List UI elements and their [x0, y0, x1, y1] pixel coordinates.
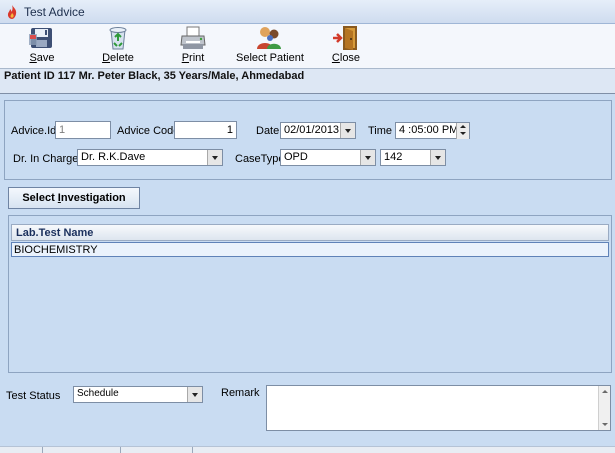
chevron-down-icon[interactable]: [187, 387, 202, 402]
window-title: Test Advice: [24, 5, 85, 19]
select-patient-label: Select Patient: [236, 52, 304, 64]
lab-test-name-header: Lab.Test Name: [16, 227, 94, 239]
date-label: Date: [256, 125, 280, 137]
chevron-down-icon[interactable]: [360, 150, 375, 165]
lab-test-grid: Lab.Test Name BIOCHEMISTRY: [8, 215, 612, 373]
exit-door-icon: [333, 26, 357, 50]
time-value: 4 :05:00 PM: [399, 124, 459, 136]
chevron-down-icon[interactable]: [207, 150, 222, 165]
flame-app-icon: [7, 5, 17, 19]
recycle-bin-icon: [109, 27, 127, 50]
advice-id-label: Advice.Id: [11, 125, 57, 137]
bottom-strip: [0, 446, 615, 453]
print-label: rint: [189, 52, 205, 64]
date-picker[interactable]: 02/01/2013: [280, 122, 356, 139]
case-type-select[interactable]: OPD: [280, 149, 376, 166]
close-label: lose: [339, 52, 361, 64]
remark-scrollbar[interactable]: [598, 386, 610, 430]
save-hotkey: S: [29, 52, 37, 64]
chevron-down-icon[interactable]: [340, 123, 355, 138]
advice-code-label: Advice Code: [117, 125, 180, 137]
dr-in-charge-label: Dr. In Charge: [13, 153, 79, 165]
close-button[interactable]: Close: [327, 24, 365, 68]
remark-textarea[interactable]: [266, 385, 611, 431]
title-bar: Test Advice: [0, 0, 615, 24]
patient-info-bar: Patient ID 117 Mr. Peter Black, 35 Years…: [0, 68, 615, 94]
chevron-down-icon[interactable]: [430, 150, 445, 165]
test-status-select[interactable]: Schedule: [73, 386, 203, 403]
patients-icon: [257, 27, 281, 49]
grid-column-header[interactable]: Lab.Test Name: [11, 224, 609, 241]
time-picker[interactable]: 4 :05:00 PM: [395, 122, 470, 139]
delete-button[interactable]: Delete: [97, 24, 139, 68]
toolbar: Save Delete Print Select Patient Close: [0, 24, 615, 68]
save-label: ave: [36, 52, 55, 64]
save-disk-icon: [29, 28, 52, 48]
close-hotkey: C: [331, 52, 340, 64]
case-number-select[interactable]: 142: [380, 149, 446, 166]
dr-in-charge-select[interactable]: Dr. R.K.Dave: [77, 149, 223, 166]
remark-label: Remark: [221, 387, 260, 399]
case-type-label: CaseType: [235, 153, 285, 165]
print-button[interactable]: Print: [174, 24, 212, 68]
print-hotkey: P: [181, 52, 190, 64]
case-number-value: 142: [384, 151, 403, 163]
spin-updown-icon[interactable]: [456, 123, 469, 139]
dr-in-charge-value: Dr. R.K.Dave: [81, 151, 146, 163]
test-status-label: Test Status: [6, 390, 61, 402]
select-investigation-button[interactable]: Select Investigation: [8, 187, 140, 209]
advice-id-input[interactable]: 1: [55, 121, 111, 139]
table-row[interactable]: BIOCHEMISTRY: [11, 242, 609, 257]
select-patient-button[interactable]: Select Patient: [236, 24, 304, 68]
lab-test-name-cell: BIOCHEMISTRY: [14, 244, 98, 256]
save-button[interactable]: Save: [22, 24, 62, 68]
time-label: Time: [368, 125, 393, 137]
delete-hotkey: D: [102, 52, 111, 64]
patient-info: Patient ID 117 Mr. Peter Black, 35 Years…: [4, 70, 305, 82]
delete-label: elete: [110, 52, 134, 64]
printer-icon: [180, 26, 206, 49]
case-type-value: OPD: [284, 151, 308, 163]
advice-code-input[interactable]: 1: [174, 121, 237, 139]
advice-form-panel: [4, 100, 612, 180]
test-status-value: Schedule: [77, 388, 119, 399]
date-value: 02/01/2013: [284, 124, 340, 136]
